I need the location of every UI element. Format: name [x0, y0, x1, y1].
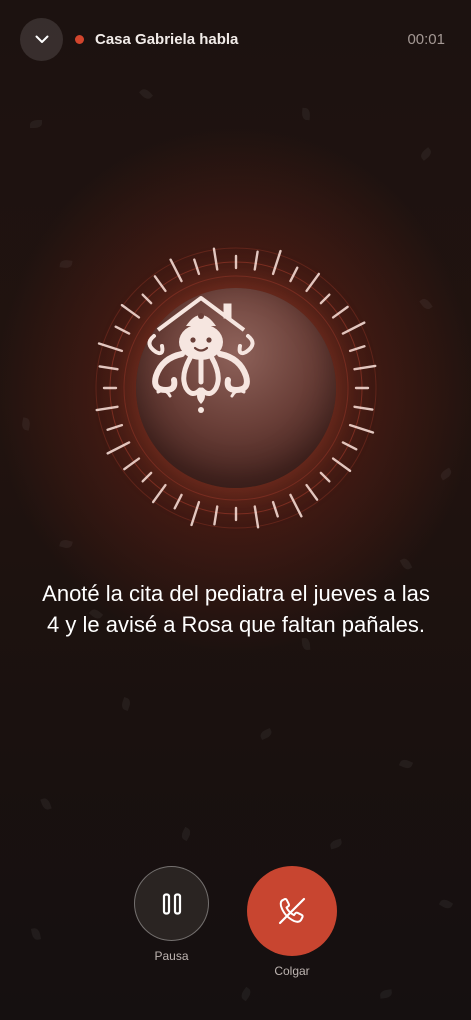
- pause-control: Pausa: [134, 866, 209, 963]
- level-tick: [341, 321, 366, 335]
- leaf-decoration: [438, 467, 454, 481]
- level-tick: [213, 505, 219, 526]
- level-tick: [289, 493, 303, 518]
- call-timer: 00:01: [407, 31, 445, 48]
- leaf-decoration: [379, 989, 393, 999]
- hangup-button[interactable]: [247, 866, 337, 956]
- level-tick: [193, 258, 201, 276]
- level-tick: [348, 345, 366, 353]
- avatar: [136, 288, 336, 488]
- chevron-down-icon: [35, 35, 48, 43]
- leaf-decoration: [30, 927, 42, 941]
- leaf-decoration: [20, 417, 32, 431]
- call-title: Casa Gabriela habla: [95, 31, 239, 48]
- leaf-decoration: [59, 259, 73, 269]
- leaf-decoration: [329, 838, 343, 850]
- level-tick: [253, 505, 260, 529]
- pause-icon: [162, 892, 181, 915]
- level-tick: [98, 365, 119, 371]
- level-tick: [212, 247, 219, 271]
- leaf-decoration: [30, 120, 42, 128]
- collapse-button[interactable]: [20, 18, 63, 61]
- level-tick: [106, 441, 131, 455]
- leaf-decoration: [418, 147, 434, 161]
- hangup-label: Colgar: [274, 964, 310, 978]
- level-tick: [169, 258, 183, 283]
- leaf-decoration: [120, 696, 132, 712]
- phone-hangup-icon: [278, 897, 306, 925]
- call-header: Casa Gabriela habla 00:01: [0, 0, 471, 80]
- hangup-control: Colgar: [247, 866, 337, 978]
- level-tick: [305, 483, 319, 501]
- live-transcript: Anoté la cita del pediatra el jueves a l…: [42, 581, 430, 637]
- leaf-decoration: [138, 86, 154, 102]
- leaf-decoration: [179, 826, 193, 842]
- leaf-decoration: [398, 757, 414, 771]
- leaf-decoration: [438, 897, 454, 911]
- level-tick: [353, 405, 374, 411]
- level-tick: [95, 405, 119, 412]
- leaf-decoration: [419, 296, 433, 312]
- level-tick: [271, 500, 279, 518]
- live-indicator: [75, 35, 84, 44]
- octopus-house-icon: [147, 296, 255, 413]
- leaf-decoration: [239, 986, 253, 1002]
- leaf-decoration: [301, 107, 311, 121]
- leaf-decoration: [40, 797, 52, 811]
- level-tick: [353, 364, 377, 371]
- level-tick: [253, 250, 259, 271]
- leaf-decoration: [399, 556, 413, 572]
- level-tick: [106, 423, 124, 431]
- level-tick: [331, 305, 349, 319]
- level-tick: [123, 457, 141, 471]
- pause-label: Pausa: [154, 949, 189, 963]
- pause-button[interactable]: [134, 866, 209, 941]
- leaf-decoration: [59, 538, 73, 550]
- leaf-decoration: [258, 727, 274, 741]
- voice-visualizer: [86, 238, 386, 538]
